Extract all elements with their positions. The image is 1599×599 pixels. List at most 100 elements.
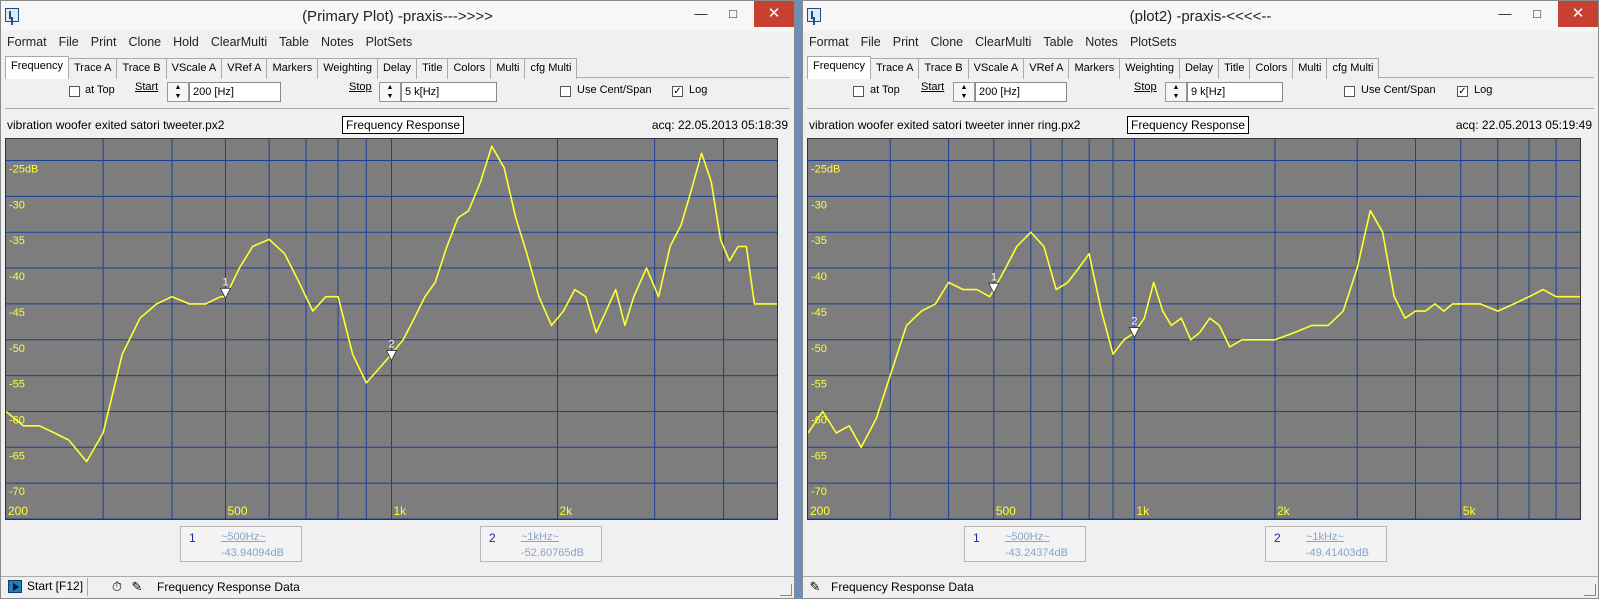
pen-icon[interactable]: ✎ — [129, 579, 145, 595]
start-label: Start — [921, 81, 945, 93]
close-button[interactable]: ✕ — [1558, 1, 1598, 27]
y-tick-label: -40 — [9, 271, 25, 283]
tab-delay[interactable]: Delay — [1178, 58, 1220, 79]
start-spinner[interactable]: ▲ ▼ — [953, 82, 975, 102]
menu-print[interactable]: Print — [85, 33, 123, 51]
tab-trace-b[interactable]: Trace B — [116, 58, 167, 79]
y-tick-label: -25dB — [9, 164, 38, 176]
minimize-button[interactable]: — — [1490, 1, 1520, 27]
tab-vscale-a[interactable]: VScale A — [165, 58, 223, 79]
tab-weighting[interactable]: Weighting — [1119, 58, 1180, 79]
menu-print[interactable]: Print — [887, 33, 925, 51]
y-tick-label: -35 — [9, 235, 25, 247]
chart-svg: -25dB-30-35-40-45-50-55-60-65-70-7520050… — [6, 139, 777, 519]
tab-vscale-a[interactable]: VScale A — [967, 58, 1025, 79]
start-button[interactable]: Start [F12] — [5, 578, 89, 596]
menu-table[interactable]: Table — [273, 33, 315, 51]
menu-notes[interactable]: Notes — [315, 33, 360, 51]
frequency-controls: at Top Start ▲ ▼ 200 [Hz] Stop ▲ ▼ 5 k[Hz]… — [5, 79, 790, 109]
menu-clone[interactable]: Clone — [924, 33, 969, 51]
menu-plotsets[interactable]: PlotSets — [360, 33, 419, 51]
tab-frequency[interactable]: Frequency — [5, 56, 69, 79]
log-label: Log — [1474, 84, 1493, 96]
tab-frequency[interactable]: Frequency — [807, 56, 871, 79]
at-top-checkbox[interactable] — [853, 86, 864, 97]
use-cent-span-checkbox[interactable] — [560, 86, 571, 97]
start-spinner[interactable]: ▲ ▼ — [167, 82, 189, 102]
log-label: Log — [689, 84, 708, 96]
at-top-checkbox[interactable] — [69, 86, 80, 97]
tab-trace-a[interactable]: Trace A — [67, 58, 118, 79]
start-label: Start [F12] — [27, 579, 84, 593]
log-checkbox[interactable]: ✓ — [1457, 86, 1468, 97]
frequency-response-plot[interactable]: -25dB-30-35-40-45-50-55-60-65-70-7520050… — [807, 138, 1581, 520]
tab-cfg-multi[interactable]: cfg Multi — [524, 58, 578, 79]
stopwatch-icon[interactable]: ⏱ — [109, 579, 125, 595]
marker-label: 2 — [1131, 316, 1137, 328]
x-tick-label: 2k — [560, 504, 574, 518]
title-bar[interactable]: (plot2) -praxis-<<<<-- — □ ✕ — [803, 1, 1598, 31]
tab-trace-a[interactable]: Trace A — [869, 58, 920, 79]
y-tick-label: -70 — [811, 486, 827, 498]
tab-delay[interactable]: Delay — [376, 58, 418, 79]
menu-clearmulti[interactable]: ClearMulti — [969, 33, 1037, 51]
marker-frequency[interactable]: ~1kHz~ — [1306, 531, 1344, 543]
tab-trace-b[interactable]: Trace B — [918, 58, 969, 79]
marker-label: 1 — [991, 271, 997, 283]
acquisition-date: acq: 22.05.2013 05:19:49 — [1455, 118, 1592, 132]
stop-spinner[interactable]: ▲ ▼ — [379, 82, 401, 102]
title-bar[interactable]: (Primary Plot) -praxis--->>>> — □ ✕ — [1, 1, 794, 31]
menu-file[interactable]: File — [53, 33, 85, 51]
y-tick-label: -40 — [811, 271, 827, 283]
use-cent-span-checkbox[interactable] — [1344, 86, 1355, 97]
tab-title[interactable]: Title — [1218, 58, 1251, 79]
maximize-button[interactable]: □ — [718, 1, 748, 27]
tab-colors[interactable]: Colors — [1249, 58, 1294, 79]
log-checkbox[interactable]: ✓ — [672, 86, 683, 97]
tab-multi[interactable]: Multi — [1292, 58, 1328, 79]
resize-grip[interactable] — [1584, 584, 1596, 596]
menu-clearmulti[interactable]: ClearMulti — [205, 33, 273, 51]
tab-multi[interactable]: Multi — [490, 58, 526, 79]
pen-icon[interactable]: ✎ — [807, 579, 823, 595]
tab-markers[interactable]: Markers — [1068, 58, 1121, 79]
stop-field[interactable]: 5 k[Hz] — [401, 82, 497, 102]
frequency-response-plot[interactable]: -25dB-30-35-40-45-50-55-60-65-70-7520050… — [5, 138, 778, 520]
menu-table[interactable]: Table — [1037, 33, 1079, 51]
marker-1-readout: 1 ~500Hz~ -43.24374dB — [964, 526, 1086, 562]
tab-weighting[interactable]: Weighting — [317, 58, 378, 79]
marker-frequency[interactable]: ~500Hz~ — [221, 531, 266, 543]
tab-vref-a[interactable]: VRef A — [221, 58, 268, 79]
tab-cfg-multi[interactable]: cfg Multi — [1326, 58, 1380, 79]
menu-hold[interactable]: Hold — [167, 33, 205, 51]
menu-clone[interactable]: Clone — [122, 33, 167, 51]
close-button[interactable]: ✕ — [754, 1, 794, 27]
start-field[interactable]: 200 [Hz] — [975, 82, 1067, 102]
tab-markers[interactable]: Markers — [266, 58, 319, 79]
marker-frequency[interactable]: ~500Hz~ — [1005, 531, 1050, 543]
tab-vref-a[interactable]: VRef A — [1023, 58, 1070, 79]
y-tick-label: -25dB — [811, 164, 840, 176]
tab-colors[interactable]: Colors — [447, 58, 492, 79]
start-field[interactable]: 200 [Hz] — [189, 82, 281, 102]
tab-title[interactable]: Title — [416, 58, 449, 79]
stop-field[interactable]: 9 k[Hz] — [1187, 82, 1283, 102]
stop-label: Stop — [1134, 81, 1157, 93]
menu-notes[interactable]: Notes — [1079, 33, 1124, 51]
plot-title: Frequency Response — [1127, 116, 1250, 134]
menu-format[interactable]: Format — [803, 33, 855, 51]
resize-grip[interactable] — [780, 584, 792, 596]
marker-frequency[interactable]: ~1kHz~ — [521, 531, 559, 543]
menu-plotsets[interactable]: PlotSets — [1124, 33, 1183, 51]
stop-spinner[interactable]: ▲ ▼ — [1165, 82, 1187, 102]
window-title: (Primary Plot) -praxis--->>>> — [302, 8, 493, 25]
status-bar: Start [F12] ⏱ ✎ Frequency Response Data — [1, 576, 794, 598]
menu-format[interactable]: Format — [1, 33, 53, 51]
marker-value: -52.60765dB — [521, 547, 584, 559]
minimize-button[interactable]: — — [686, 1, 716, 27]
x-tick-label: 1k — [1136, 504, 1150, 518]
maximize-button[interactable]: □ — [1522, 1, 1552, 27]
x-tick-label: 500 — [227, 504, 247, 518]
menu-file[interactable]: File — [855, 33, 887, 51]
y-tick-label: -65 — [811, 450, 827, 462]
